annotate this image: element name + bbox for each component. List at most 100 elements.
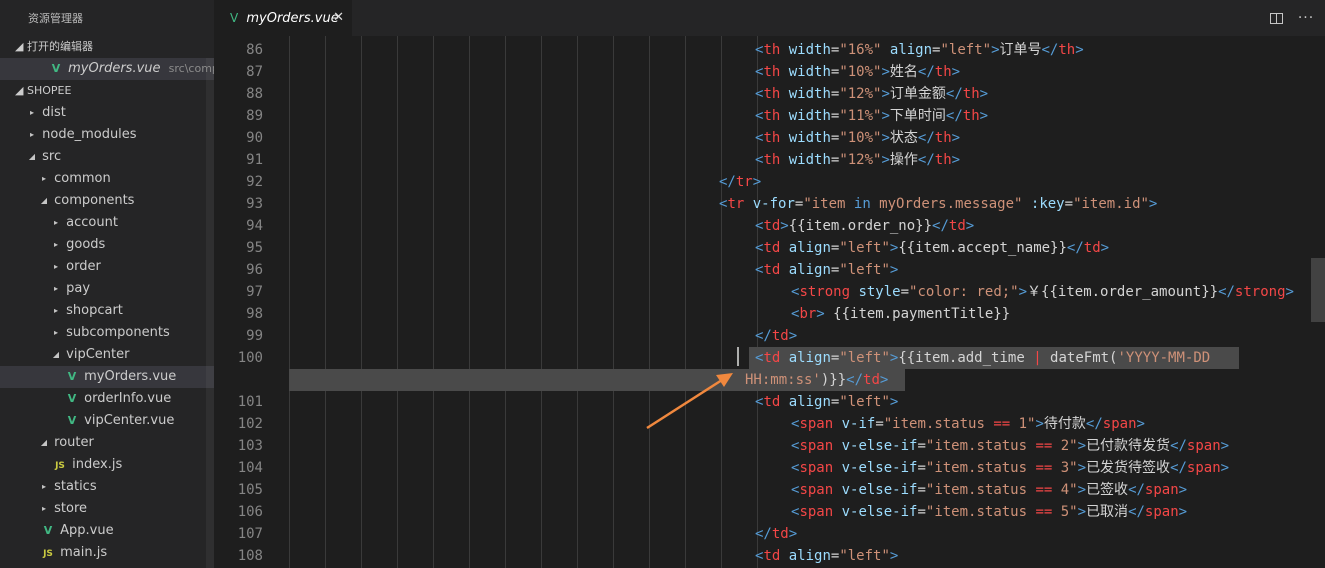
code-token: == — [1035, 438, 1053, 454]
code-token: v-for — [744, 196, 795, 212]
tab-myorders[interactable]: V myOrders.vue ✕ — [214, 0, 352, 36]
close-icon[interactable]: ✕ — [333, 0, 344, 36]
code-token: width — [780, 152, 831, 168]
tree-item-orderinfo-vue[interactable]: V orderInfo.vue — [0, 388, 214, 410]
open-editor-item[interactable]: V myOrders.vue src\compon... — [0, 58, 214, 80]
code-token: {{item.order_no}} — [788, 218, 933, 234]
code-token: > — [881, 152, 890, 168]
tree-item-router[interactable]: ◢ router — [0, 432, 214, 454]
line-number: 104 — [237, 460, 263, 476]
tree-item-vipcenter-vue[interactable]: V vipCenter.vue — [0, 410, 214, 432]
line-number: 91 — [246, 152, 263, 168]
code-token: 订单号 — [999, 42, 1042, 58]
code-token: </ — [846, 372, 864, 388]
code-token: span — [799, 460, 834, 476]
code-token: > — [951, 152, 961, 168]
more-actions-icon[interactable]: ··· — [1297, 9, 1315, 27]
tree-item-goods[interactable]: ▸ goods — [0, 234, 214, 256]
code-token: = — [1064, 196, 1074, 212]
line-number: 94 — [246, 218, 263, 234]
open-editors-label: 打开的编辑器 — [26, 40, 93, 53]
code-token: == — [1035, 504, 1053, 520]
code-token: > — [979, 86, 989, 102]
code-token: > — [1178, 482, 1188, 498]
code-token: )}} — [820, 372, 847, 388]
tree-item-vipcenter[interactable]: ◢ vipCenter — [0, 344, 214, 366]
code-token: = — [875, 416, 884, 432]
chevron-right-icon: ▸ — [53, 284, 58, 293]
code-token: == — [993, 416, 1011, 432]
open-editors-header[interactable]: ◢ 打开的编辑器 — [0, 36, 214, 58]
tree-item-shopcart[interactable]: ▸ shopcart — [0, 300, 214, 322]
tree-item-main-js[interactable]: JS main.js — [0, 542, 214, 564]
tree-item-order[interactable]: ▸ order — [0, 256, 214, 278]
code-token: > — [1035, 416, 1044, 432]
code-line: 101 <td align="left"> — [214, 391, 1325, 413]
tree-item-label: order — [62, 259, 101, 274]
line-number: 88 — [246, 86, 263, 102]
code-token: 操作 — [889, 152, 918, 168]
code-line: 104 <span v-else-if="item.status == 3">已发… — [214, 457, 1325, 479]
code-token: td — [948, 218, 966, 234]
vue-file-icon: V — [51, 62, 61, 75]
code-line: 91 <th width="12%">操作</th> — [214, 149, 1325, 171]
code-token: th — [763, 86, 781, 102]
line-number: 96 — [246, 262, 263, 278]
project-header[interactable]: ◢ SHOPEE — [0, 80, 214, 102]
code-token: = — [917, 482, 926, 498]
tree-item-app-vue[interactable]: V App.vue — [0, 520, 214, 542]
tree-item-statics[interactable]: ▸ statics — [0, 476, 214, 498]
tree-item-account[interactable]: ▸ account — [0, 212, 214, 234]
code-token: span — [1186, 438, 1221, 454]
code-token: "item.status — [883, 416, 994, 432]
code-token: {{item.accept_name}} — [898, 240, 1067, 256]
editor-scrollbar-thumb[interactable] — [1311, 258, 1325, 322]
tree-item-src[interactable]: ◢ src — [0, 146, 214, 168]
code-token: {{item.add_time — [898, 350, 1034, 366]
code-token: </ — [1128, 482, 1145, 498]
code-line: 87 <th width="10%">姓名</th> — [214, 61, 1325, 83]
split-editor-icon[interactable] — [1267, 9, 1285, 27]
tree-item-store[interactable]: ▸ store — [0, 498, 214, 520]
tree-item-pay[interactable]: ▸ pay — [0, 278, 214, 300]
sidebar-scrollbar[interactable] — [206, 58, 214, 568]
code-line: 106 <span v-else-if="item.status == 5">已取… — [214, 501, 1325, 523]
code-token: 已付款待发货 — [1086, 438, 1171, 454]
tree-item-node-modules[interactable]: ▸ node_modules — [0, 124, 214, 146]
line-number: 108 — [237, 548, 263, 564]
code-editor[interactable]: 86 <th width="16%" align="left">订单号</th> 8… — [214, 36, 1325, 568]
code-text: <span v-else-if="item.status == 5">已取消</… — [791, 501, 1187, 523]
chevron-right-icon: ▸ — [29, 108, 34, 117]
tree-item-index-js[interactable]: JS index.js — [0, 454, 214, 476]
tree-item-label: statics — [50, 479, 97, 494]
code-token: "item.id" — [1073, 196, 1149, 212]
code-token: width — [780, 108, 831, 124]
tree-item-myorders-vue[interactable]: V myOrders.vue — [0, 366, 214, 388]
line-number: 92 — [246, 174, 263, 190]
code-token: width — [780, 130, 831, 146]
code-token: span — [799, 482, 834, 498]
code-text: <span v-else-if="item.status == 3">已发货待签… — [791, 457, 1229, 479]
chevron-right-icon: ▸ — [41, 504, 46, 513]
tree-item-dist[interactable]: ▸ dist — [0, 102, 214, 124]
code-token: "10%" — [839, 64, 882, 80]
code-token: "item.status — [925, 438, 1036, 454]
line-number: 105 — [237, 482, 263, 498]
line-number: 97 — [246, 284, 263, 300]
tree-item-common[interactable]: ▸ common — [0, 168, 214, 190]
code-token: </ — [719, 174, 736, 190]
tree-item-label: common — [50, 171, 111, 186]
code-text: <th width="11%">下单时间</th> — [755, 105, 988, 127]
tree-item-subcomponents[interactable]: ▸ subcomponents — [0, 322, 214, 344]
chevron-right-icon: ▸ — [41, 174, 46, 183]
tree-item-label: store — [50, 501, 88, 516]
code-token: "color: red;" — [909, 284, 1019, 300]
code-token: span — [1186, 460, 1221, 476]
code-token: </ — [1218, 284, 1235, 300]
code-token: td — [863, 372, 880, 388]
explorer-sidebar: 资源管理器 ◢ 打开的编辑器 V myOrders.vue src\compon… — [0, 0, 214, 568]
tree-item-components[interactable]: ◢ components — [0, 190, 214, 212]
chevron-right-icon: ▸ — [29, 130, 34, 139]
code-text: <tr v-for="item in myOrders.message" :ke… — [719, 193, 1157, 215]
code-token: align — [780, 394, 831, 410]
